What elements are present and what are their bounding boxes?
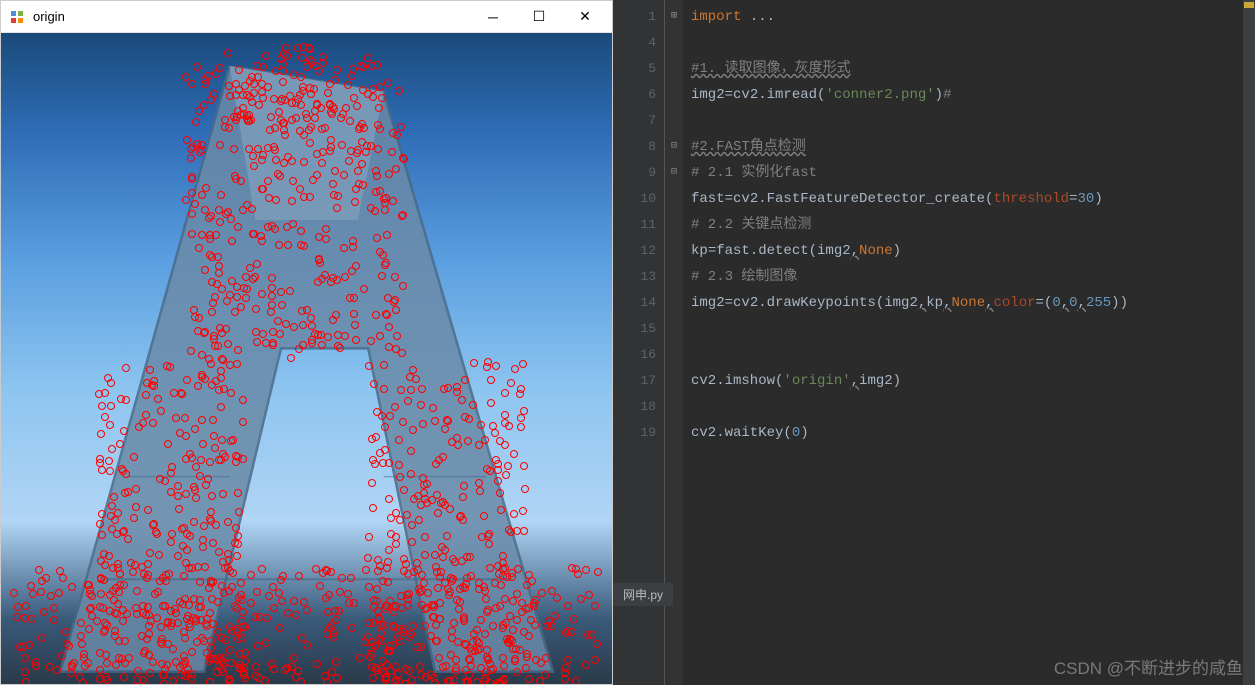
code-content[interactable]: import ... #1. 读取图像，灰度形式img2=cv2.imread(…	[683, 0, 1243, 685]
window-title: origin	[33, 9, 470, 24]
code-editor: 145678910111213141516171819 ⊞ ⊟⊟ import …	[613, 0, 1255, 685]
scrollbar[interactable]	[1243, 0, 1255, 685]
window-controls: ─ ☐ ✕	[470, 1, 608, 32]
close-button[interactable]: ✕	[562, 1, 608, 32]
scroll-marker-warning	[1244, 2, 1254, 8]
keypoints-overlay	[1, 33, 612, 684]
code-area[interactable]: 145678910111213141516171819 ⊞ ⊟⊟ import …	[613, 0, 1255, 685]
titlebar[interactable]: origin ─ ☐ ✕	[1, 1, 612, 33]
watermark: CSDN @不断进步的咸鱼	[1054, 654, 1243, 679]
app-icon	[9, 9, 25, 25]
image-viewport	[1, 33, 612, 684]
minimize-button[interactable]: ─	[470, 1, 516, 32]
filename-tab[interactable]: 网申.py	[613, 583, 673, 606]
opencv-window: origin ─ ☐ ✕	[0, 0, 613, 685]
maximize-button[interactable]: ☐	[516, 1, 562, 32]
